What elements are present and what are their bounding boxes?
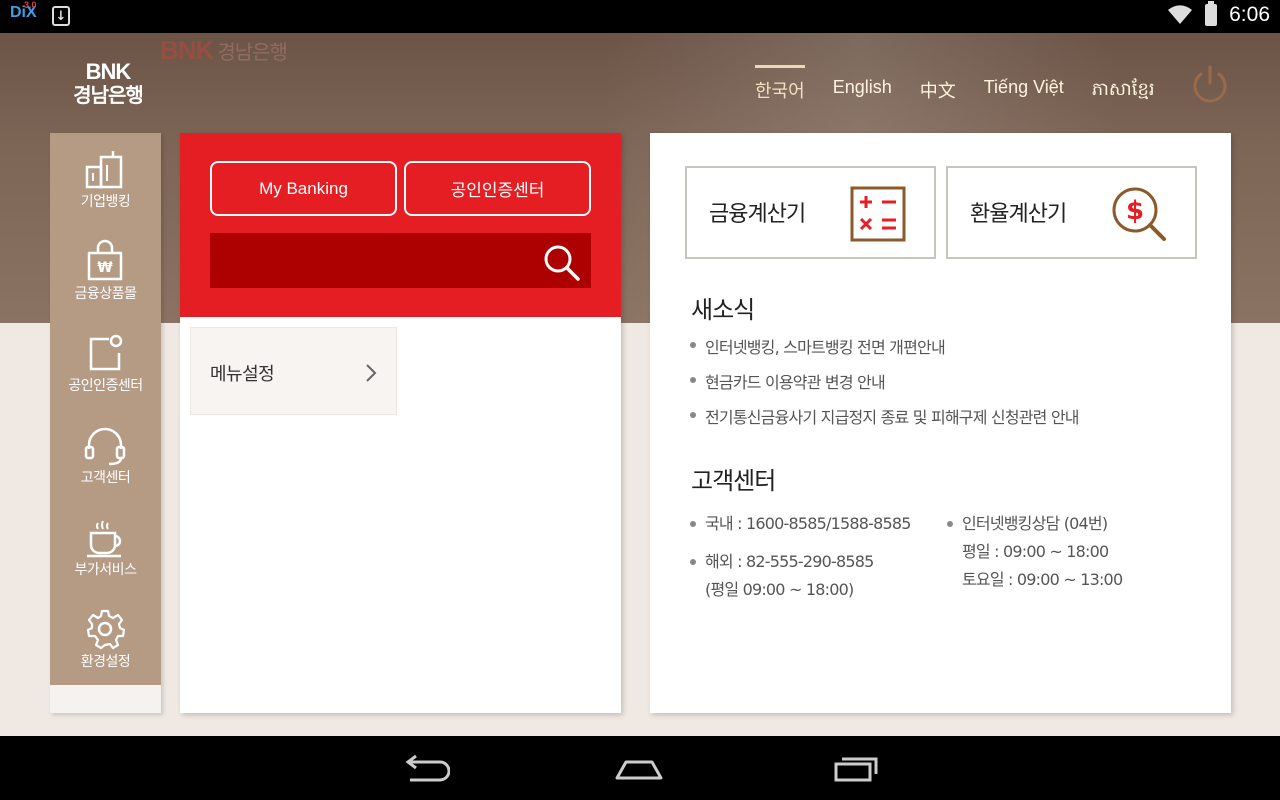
- info-panel: 금융계산기 환율계산기 $ 새소식 인터넷뱅킹, 스마트뱅킹 전면 개편안내 현…: [650, 133, 1231, 713]
- calculator-icon: [850, 186, 906, 242]
- background-watermark: BNK 경남은행: [160, 35, 288, 65]
- headset-icon: [84, 427, 126, 466]
- svg-text:₩: ₩: [97, 260, 113, 276]
- customer-center-title: 고객센터: [691, 467, 776, 495]
- lang-khmer[interactable]: ភាសាខ្មែរ: [1092, 77, 1155, 104]
- lang-chinese[interactable]: 中文: [920, 77, 956, 104]
- recent-apps-icon[interactable]: [832, 752, 882, 784]
- exchange-calculator-label: 환율계산기: [970, 202, 1067, 227]
- shopping-bag-won-icon: ₩: [87, 239, 123, 281]
- internet-banking-support: 인터넷뱅킹상담 (04번) 평일 : 09:00 ~ 18:00 토요일 : 0…: [947, 510, 1123, 594]
- sidebar-item-settings[interactable]: 환경설정: [50, 593, 161, 685]
- chevron-right-icon: [366, 364, 377, 382]
- overseas-hours: (평일 09:00 ~ 18:00): [705, 580, 854, 599]
- navigation-bar: [0, 736, 1280, 800]
- sidebar-item-label: 기업뱅킹: [80, 194, 131, 210]
- news-item[interactable]: 전기통신금융사기 지급정지 종료 및 피해구제 신청관련 안내: [690, 404, 1210, 428]
- app-screen: BNK 경남은행 BNK 경남은행 한국어 English 中文 Tiếng Vi…: [0, 33, 1280, 736]
- logo-text-bank: 경남은행: [73, 83, 144, 107]
- sidebar: 기업뱅킹 ₩ 금융상품몰 공인인증센터 고객센터 부가서비스 환경설정: [50, 133, 161, 713]
- news-title: 새소식: [691, 296, 755, 324]
- battery-icon: [1205, 1, 1218, 26]
- main-panel-header: My Banking 공인인증센터: [180, 133, 621, 317]
- sidebar-item-label: 공인인증센터: [68, 378, 143, 394]
- my-banking-button[interactable]: My Banking: [210, 161, 397, 216]
- building-icon: [85, 151, 123, 189]
- sidebar-item-label: 환경설정: [80, 654, 131, 670]
- lang-english[interactable]: English: [833, 77, 892, 104]
- finance-calculator-button[interactable]: 금융계산기: [685, 166, 936, 259]
- menu-settings-button[interactable]: 메뉴설정: [190, 327, 397, 415]
- certificate-center-button[interactable]: 공인인증센터: [404, 161, 591, 216]
- lang-vietnamese[interactable]: Tiếng Việt: [984, 77, 1064, 104]
- news-item[interactable]: 현금카드 이용약관 변경 안내: [690, 369, 1210, 393]
- search-input[interactable]: [210, 233, 591, 288]
- news-item[interactable]: 인터넷뱅킹, 스마트뱅킹 전면 개편안내: [690, 334, 1210, 358]
- overseas-phone[interactable]: 해외 : 82-555-290-8585: [690, 548, 911, 576]
- sidebar-item-label: 고객센터: [80, 470, 131, 486]
- weekday-hours: 평일 : 09:00 ~ 18:00: [962, 542, 1109, 561]
- bnk-logo[interactable]: BNK 경남은행: [68, 59, 148, 108]
- sidebar-item-product-mall[interactable]: ₩ 금융상품몰: [50, 225, 161, 317]
- dix-icon: DiX 3.0: [10, 0, 37, 21]
- internet-banking-line: 인터넷뱅킹상담 (04번): [947, 510, 1122, 538]
- sidebar-item-label: 금융상품몰: [74, 286, 137, 302]
- certificate-icon: [89, 334, 123, 371]
- wifi-icon: [1168, 5, 1193, 24]
- saturday-hours: 토요일 : 09:00 ~ 13:00: [962, 570, 1123, 589]
- finance-calculator-label: 금융계산기: [709, 202, 806, 227]
- gear-icon: [86, 609, 126, 650]
- lang-korean[interactable]: 한국어: [755, 65, 805, 104]
- main-panel: My Banking 공인인증센터 메뉴설정: [180, 133, 621, 713]
- coffee-cup-icon: [87, 520, 122, 558]
- sidebar-item-certificate-center[interactable]: 공인인증센터: [50, 317, 161, 409]
- status-bar: DiX 3.0 ↓ 6:06: [0, 0, 1280, 33]
- power-icon[interactable]: [1188, 63, 1232, 107]
- download-icon: ↓: [52, 6, 70, 26]
- news-list: 인터넷뱅킹, 스마트뱅킹 전면 개편안내 현금카드 이용약관 변경 안내 전기통…: [690, 334, 1210, 439]
- domestic-phone[interactable]: 국내 : 1600-8585/1588-8585: [690, 510, 911, 538]
- svg-text:$: $: [1126, 196, 1144, 226]
- sidebar-item-extra-services[interactable]: 부가서비스: [50, 501, 161, 593]
- sidebar-menu: 기업뱅킹 ₩ 금융상품몰 공인인증센터 고객센터 부가서비스 환경설정: [50, 133, 161, 685]
- sidebar-item-corporate-banking[interactable]: 기업뱅킹: [50, 133, 161, 225]
- menu-settings-label: 메뉴설정: [210, 364, 275, 385]
- sidebar-item-label: 부가서비스: [74, 562, 137, 578]
- logo-text-bnk: BNK: [85, 59, 132, 84]
- sidebar-item-customer-center[interactable]: 고객센터: [50, 409, 161, 501]
- search-icon[interactable]: [541, 242, 581, 282]
- exchange-calculator-button[interactable]: 환율계산기 $: [946, 166, 1197, 259]
- language-selector: 한국어 English 中文 Tiếng Việt ភាសាខ្មែរ: [755, 65, 1183, 104]
- clock: 6:06: [1229, 3, 1270, 26]
- home-icon[interactable]: [614, 752, 664, 784]
- back-icon[interactable]: [400, 752, 450, 784]
- currency-search-icon: $: [1112, 187, 1166, 241]
- customer-center-phones: 국내 : 1600-8585/1588-8585 해외 : 82-555-290…: [690, 510, 911, 604]
